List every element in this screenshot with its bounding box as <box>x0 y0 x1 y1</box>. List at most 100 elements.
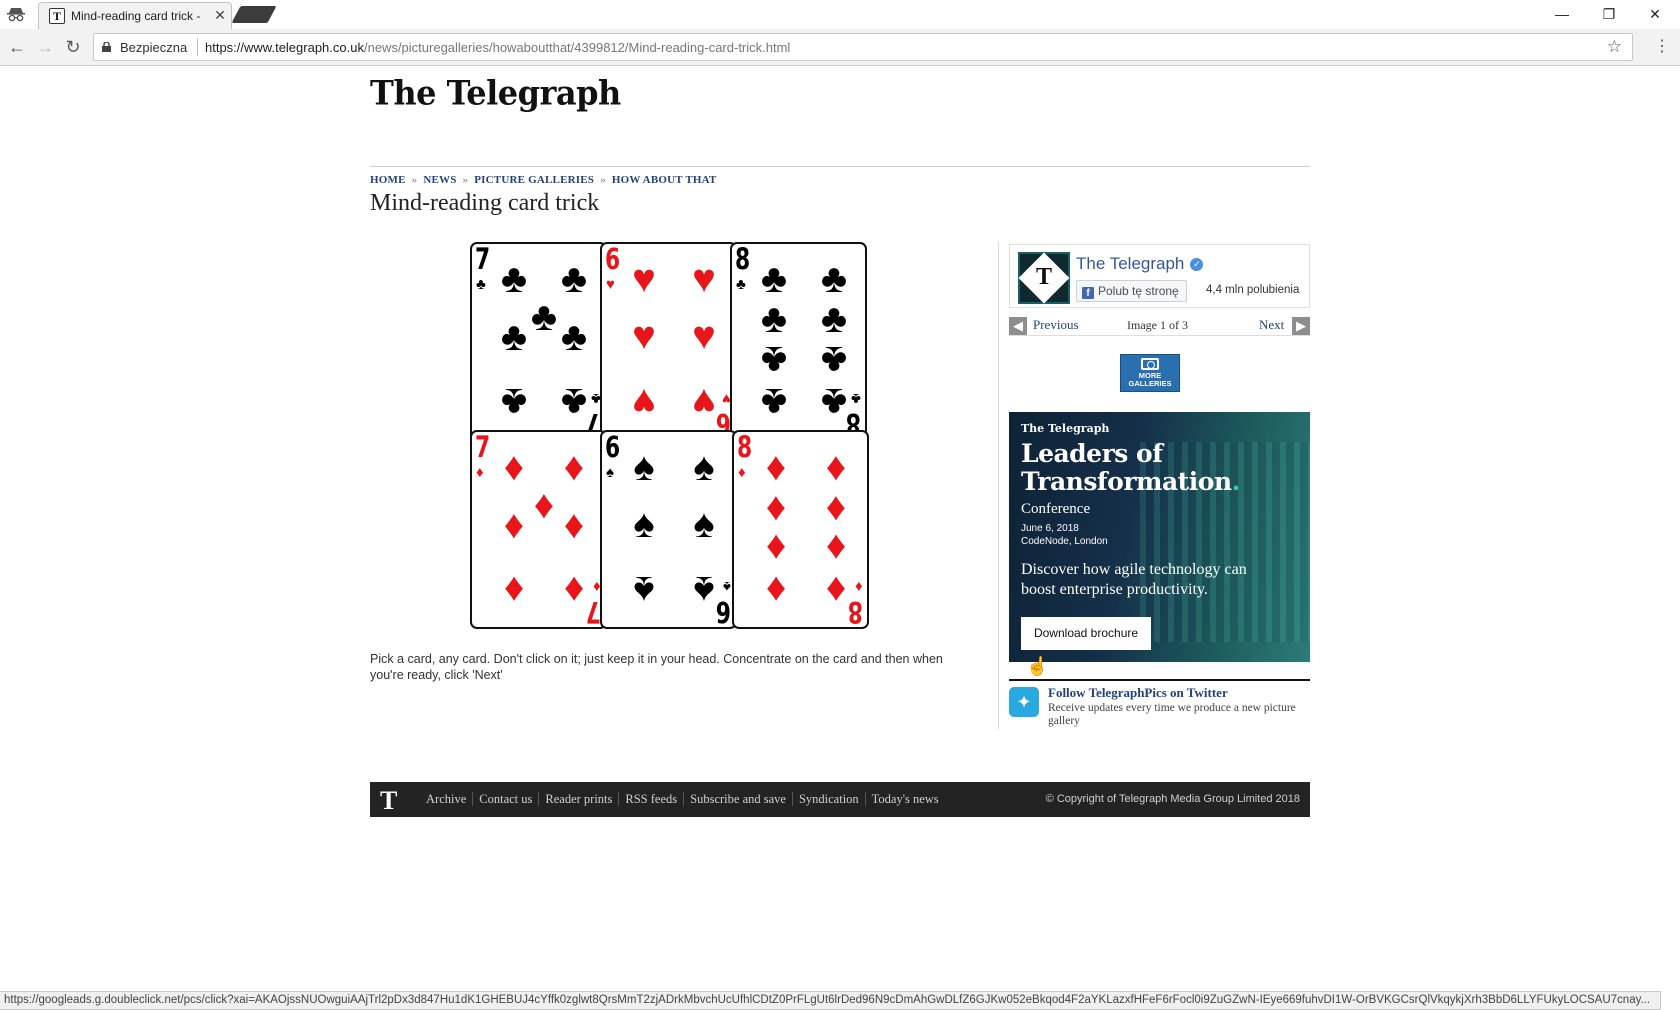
twitter-follow-link[interactable]: Follow TelegraphPics on Twitter <box>1048 685 1228 701</box>
playing-card: 8 ♣ 8 ♣ ♣ ♣ ♣ ♣ ♣ ♣ ♣ ♣ <box>730 242 867 441</box>
lock-icon <box>102 42 111 52</box>
previous-link[interactable]: Previous <box>1033 317 1079 333</box>
playing-card: 8 ♦ 8 ♦ ♦ ♦ ♦ ♦ ♦ ♦ ♦ ♦ <box>732 430 869 629</box>
card-suit-pip-icon: ♣ <box>820 380 848 424</box>
twitter-divider <box>1009 679 1310 681</box>
card-suit-pip-icon: ♣ <box>560 315 588 359</box>
card-rank: 7 <box>475 242 490 276</box>
card-suit-pip-icon: ♣ <box>500 257 528 301</box>
next-arrow-icon[interactable]: ▶ <box>1292 317 1310 335</box>
page-title: Mind-reading card trick <box>370 190 600 216</box>
card-suit-pip-icon: ♥ <box>692 380 716 424</box>
browser-menu-icon[interactable]: ⋮ <box>1654 36 1670 58</box>
header-divider <box>370 166 1310 167</box>
card-corner-suit-icon: ♦ <box>738 464 746 481</box>
hand-cursor-icon: ☝ <box>1026 656 1049 676</box>
camera-icon <box>1141 358 1159 370</box>
card-suit-pip-icon: ♣ <box>760 297 788 341</box>
url-text[interactable]: https://www.telegraph.co.uk/news/picture… <box>205 40 790 55</box>
card-suit-pip-icon: ♠ <box>693 445 715 489</box>
card-suit-pip-icon: ♣ <box>560 257 588 301</box>
card-suit-pip-icon: ♣ <box>820 257 848 301</box>
card-corner-suit-icon: ♣ <box>736 276 746 293</box>
card-suit-pip-icon: ♦ <box>563 503 585 547</box>
breadcrumb: HOME » NEWS » PICTURE GALLERIES » HOW ABOUT TH… <box>370 174 717 186</box>
right-sidebar: T The Telegraph ✓ f Polub tę stronę 4,4 ml… <box>998 242 1310 729</box>
breadcrumb-separator: » <box>462 174 469 186</box>
card-corner-suit-icon: ♠ <box>723 578 731 595</box>
card-suit-pip-icon: ♦ <box>825 526 847 570</box>
footer-link-contact[interactable]: Contact us <box>472 792 539 806</box>
footer-telegraph-logo[interactable]: T <box>380 786 397 816</box>
twitter-bird-icon[interactable]: ✦ <box>1009 687 1039 717</box>
footer-link-subscribe[interactable]: Subscribe and save <box>683 792 792 806</box>
card-suit-pip-icon: ♠ <box>633 445 655 489</box>
tab-title: Mind-reading card trick - <box>71 9 201 23</box>
advert-brand: The Telegraph <box>1021 422 1110 435</box>
reload-icon[interactable]: ↻ <box>62 36 84 58</box>
card-suit-pip-icon: ♠ <box>693 502 715 546</box>
new-tab-button[interactable] <box>231 6 277 23</box>
card-suit-pip-icon: ♥ <box>692 314 716 358</box>
playing-card: 6 ♥ 6 ♥ ♥ ♥ ♥ ♥ ♥ ♥ <box>600 242 737 441</box>
card-suit-pip-icon: ♦ <box>765 445 787 489</box>
next-link[interactable]: Next <box>1259 317 1284 333</box>
footer-link-syndication[interactable]: Syndication <box>791 792 865 806</box>
card-suit-pip-icon: ♥ <box>692 257 716 301</box>
playing-card: 7 ♦ 7 ♦ ♦ ♦ ♦ ♦ ♦ ♦ ♦ <box>470 430 607 629</box>
conference-advert[interactable]: The Telegraph Leaders of Transformation. … <box>1009 412 1310 662</box>
advert-subtitle: Conference <box>1021 501 1091 517</box>
footer-link-reader-prints[interactable]: Reader prints <box>538 792 619 806</box>
playing-card: 7 ♣ 7 ♣ ♣ ♣ ♣ ♣ ♣ ♣ ♣ <box>470 242 607 441</box>
footer-link-rss[interactable]: RSS feeds <box>618 792 684 806</box>
download-brochure-button[interactable]: Download brochure <box>1021 617 1151 650</box>
card-suit-pip-icon: ♦ <box>765 485 787 529</box>
card-rank: 6 <box>605 430 620 464</box>
card-suit-pip-icon: ♦ <box>825 445 847 489</box>
card-suit-pip-icon: ♦ <box>825 568 847 612</box>
facebook-page-name[interactable]: The Telegraph ✓ <box>1076 254 1204 274</box>
back-arrow-icon[interactable]: ← <box>6 36 28 58</box>
telegraph-favicon-icon: T <box>49 8 65 24</box>
breadcrumb-picture-galleries[interactable]: PICTURE GALLERIES <box>474 174 594 186</box>
telegraph-logo[interactable]: The Telegraph <box>370 73 621 113</box>
site-footer: T Archive Contact us Reader prints RSS feed… <box>370 782 1310 817</box>
incognito-icon <box>7 8 25 22</box>
card-suit-pip-icon: ♥ <box>632 380 656 424</box>
card-suit-pip-icon: ♣ <box>760 257 788 301</box>
telegraph-page-avatar[interactable]: T <box>1018 252 1070 304</box>
forward-arrow-icon[interactable]: → <box>34 36 56 58</box>
footer-link-todays-news[interactable]: Today's news <box>864 792 945 806</box>
breadcrumb-news[interactable]: NEWS <box>423 174 456 186</box>
more-galleries-label: MORE GALLERIES <box>1128 371 1172 388</box>
breadcrumb-how-about-that[interactable]: HOW ABOUT THAT <box>612 174 717 186</box>
card-suit-pip-icon: ♠ <box>633 502 655 546</box>
address-bar[interactable]: Bezpieczna https://www.telegraph.co.uk/n… <box>93 33 1633 61</box>
footer-links: Archive Contact us Reader prints RSS feeds S… <box>420 792 945 807</box>
breadcrumb-home[interactable]: HOME <box>370 174 406 186</box>
card-suit-pip-icon: ♣ <box>500 380 528 424</box>
minimize-icon[interactable]: — <box>1539 0 1585 28</box>
card-suit-pip-icon: ♦ <box>825 485 847 529</box>
card-suit-pip-icon: ♣ <box>760 380 788 424</box>
breadcrumb-separator: » <box>411 174 418 186</box>
gallery-pager: ◀ Previous Image 1 of 3 Next ▶ <box>1009 314 1310 336</box>
card-corner-suit-icon: ♦ <box>476 464 484 481</box>
bookmark-star-icon[interactable]: ☆ <box>1607 37 1622 57</box>
card-suit-pip-icon: ♦ <box>765 568 787 612</box>
restore-icon[interactable]: ❐ <box>1586 0 1632 28</box>
previous-arrow-icon[interactable]: ◀ <box>1009 317 1027 335</box>
image-counter: Image 1 of 3 <box>1127 318 1188 332</box>
card-corner-suit-icon: ♣ <box>476 276 486 293</box>
close-window-icon[interactable]: ✕ <box>1632 0 1678 28</box>
facebook-like-button[interactable]: f Polub tę stronę <box>1076 280 1187 302</box>
footer-link-archive[interactable]: Archive <box>420 792 472 806</box>
card-suit-pip-icon: ♦ <box>765 526 787 570</box>
tab-close-icon[interactable]: ✕ <box>212 7 228 23</box>
playing-card: 6 ♠ 6 ♠ ♠ ♠ ♠ ♠ ♠ ♠ <box>600 430 737 629</box>
card-suit-pip-icon: ♣ <box>500 315 528 359</box>
card-suit-pip-icon: ♦ <box>503 568 525 612</box>
more-galleries-button[interactable]: MORE GALLERIES <box>1120 354 1180 392</box>
card-suit-pip-icon: ♦ <box>503 503 525 547</box>
browser-tab-active[interactable]: T Mind-reading card trick - ✕ <box>38 2 232 29</box>
